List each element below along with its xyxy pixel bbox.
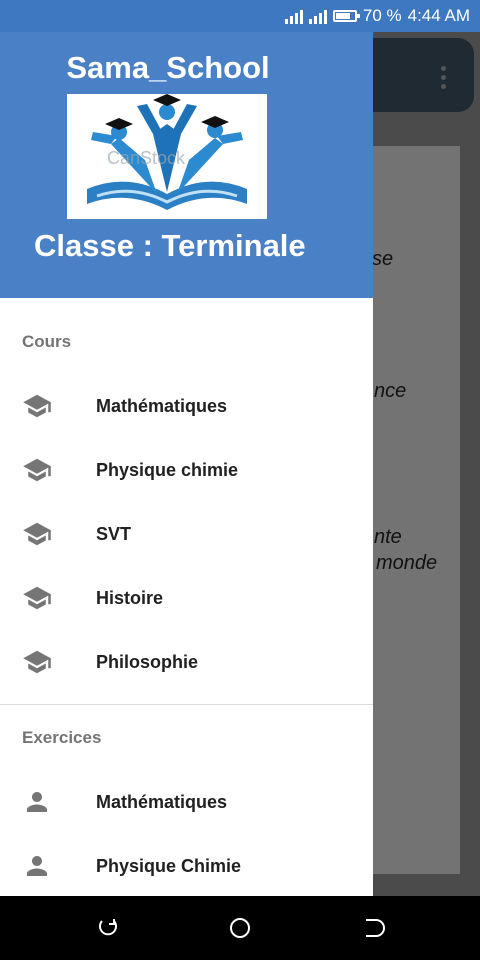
battery-icon (332, 10, 360, 22)
menu-item-label: Physique Chimie (96, 855, 242, 876)
navigation-drawer: Sama_School CanStock Classe: Terminale … (0, 32, 373, 896)
back-icon[interactable] (362, 916, 386, 940)
menu-item-exercices-physique-chimie[interactable]: Physique Chimie (0, 834, 373, 896)
recent-apps-icon[interactable] (96, 916, 120, 940)
drawer-header: Sama_School CanStock Classe: Terminale (0, 32, 373, 298)
school-icon (22, 583, 52, 613)
menu-item-cours-physique-chimie[interactable]: Physique chimie (0, 438, 373, 502)
menu-item-label: Physique chimie (96, 459, 239, 480)
logo-watermark: CanStock (107, 148, 186, 168)
school-icon (22, 455, 52, 485)
section-title-cours: Cours (22, 332, 72, 351)
section-divider (0, 704, 373, 705)
clock: 4:44 AM (407, 6, 470, 25)
menu-item-cours-mathematiques[interactable]: Mathématiques (0, 374, 373, 438)
menu-item-cours-philosophie[interactable]: Philosophie (0, 630, 373, 694)
menu-item-label: Philosophie (96, 651, 199, 672)
battery-percent: 70 % (362, 6, 402, 25)
person-icon (22, 851, 52, 881)
menu-item-cours-histoire[interactable]: Histoire (0, 566, 373, 630)
section-title-exercices: Exercices (22, 728, 102, 747)
school-icon (22, 647, 52, 677)
background-toolbar (360, 38, 474, 112)
background-text: se (372, 248, 394, 270)
menu-item-label: Mathématiques (96, 791, 228, 812)
person-icon (22, 787, 52, 817)
menu-item-label: SVT (96, 523, 132, 544)
menu-item-label: Mathématiques (96, 395, 228, 416)
app-name: Sama_School (66, 50, 270, 85)
school-icon (22, 391, 52, 421)
overflow-menu-icon (441, 66, 446, 89)
home-icon[interactable] (228, 916, 252, 940)
background-text: monde (376, 552, 438, 574)
signal-icon (284, 8, 303, 24)
menu-item-exercices-mathematiques[interactable]: Mathématiques (0, 770, 373, 834)
system-navigation-bar (0, 896, 480, 960)
school-icon (22, 519, 52, 549)
menu-item-label: Histoire (96, 587, 164, 608)
menu-item-cours-svt[interactable]: SVT (0, 502, 373, 566)
background-text: nte (374, 526, 402, 548)
status-indicators: 70 % 4:44 AM (284, 0, 470, 32)
signal-icon (308, 8, 327, 24)
background-text: nce (374, 380, 407, 402)
status-bar: 70 % 4:44 AM (0, 0, 480, 32)
class-label: Classe : Terminale (34, 228, 306, 263)
school-logo: CanStock (67, 94, 267, 219)
